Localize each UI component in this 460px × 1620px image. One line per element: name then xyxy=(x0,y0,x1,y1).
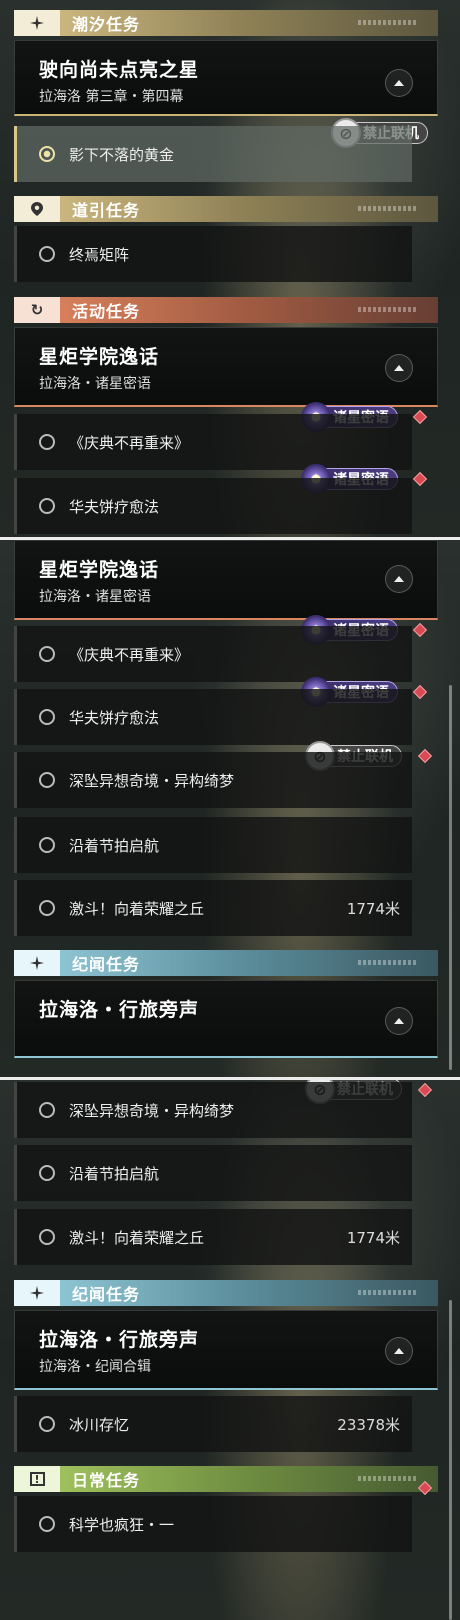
scrollbar[interactable] xyxy=(449,1300,452,1620)
card-title: 星炬学院逸话 xyxy=(39,346,160,368)
quest-status-icon xyxy=(39,1416,55,1432)
quest-row-festival[interactable]: 《庆典不再重来》 xyxy=(14,626,412,682)
quest-status-icon xyxy=(39,900,55,916)
red-diamond-icon xyxy=(412,622,428,638)
section-title: 潮汐任务 xyxy=(72,15,141,34)
sparkle-icon xyxy=(14,10,60,36)
quest-row-glacier[interactable]: 冰川存忆 23378米 xyxy=(14,1396,412,1452)
collapse-button[interactable] xyxy=(385,69,413,97)
quest-card-main[interactable]: 驶向尚未点亮之星 拉海洛 第三章・第四幕 xyxy=(14,40,438,116)
section-header-guide[interactable]: 道引任务 xyxy=(14,196,438,222)
quest-row-waffle[interactable]: 华夫饼疗愈法 xyxy=(14,478,412,534)
quest-name: 华夫饼疗愈法 xyxy=(69,708,160,727)
quest-name: 冰川存忆 xyxy=(69,1415,130,1434)
quest-status-icon xyxy=(39,246,55,262)
quest-card-travel[interactable]: 拉海洛・行旅旁声 拉海洛・纪闻合辑 xyxy=(14,1310,438,1390)
card-title: 拉海洛・行旅旁声 xyxy=(39,1329,200,1351)
quest-status-icon xyxy=(39,646,55,662)
quest-status-icon xyxy=(39,498,55,514)
header-decoration xyxy=(358,20,416,25)
distance-label: 23378米 xyxy=(337,1415,400,1434)
quest-row-dream[interactable]: 深坠异想奇境・异构绮梦 xyxy=(14,752,412,808)
header-decoration xyxy=(358,307,416,312)
quest-row-rhythm[interactable]: 沿着节拍启航 xyxy=(14,1145,412,1201)
quest-name: 沿着节拍启航 xyxy=(69,836,160,855)
card-subtitle: 拉海洛 第三章・第四幕 xyxy=(39,89,184,105)
quest-row-dream[interactable]: 深坠异想奇境・异构绮梦 xyxy=(14,1082,412,1138)
section-title: 道引任务 xyxy=(72,201,141,220)
card-subtitle: 拉海洛・纪闻合辑 xyxy=(39,1359,151,1375)
section-header-chronicle[interactable]: 纪闻任务 xyxy=(14,1280,438,1306)
header-decoration xyxy=(358,1290,416,1295)
section-header-event[interactable]: ↻ 活动任务 xyxy=(14,297,438,323)
quest-card-academy[interactable]: 星炬学院逸话 拉海洛・诸星密语 xyxy=(14,327,438,407)
quest-name: 华夫饼疗愈法 xyxy=(69,497,160,516)
quest-row-festival[interactable]: 《庆典不再重来》 xyxy=(14,414,412,470)
sparkle-icon xyxy=(14,1280,60,1306)
sparkle-icon xyxy=(14,950,60,976)
section-title: 纪闻任务 xyxy=(72,955,141,974)
section-title: 日常任务 xyxy=(72,1471,141,1490)
section-title: 活动任务 xyxy=(72,302,141,321)
collapse-button[interactable] xyxy=(385,565,413,593)
quest-status-icon xyxy=(39,709,55,725)
quest-name: 《庆典不再重来》 xyxy=(69,645,190,664)
red-diamond-icon xyxy=(417,1082,433,1098)
quest-name: 影下不落的黄金 xyxy=(69,145,175,164)
quest-status-icon xyxy=(39,146,55,162)
header-decoration xyxy=(358,960,416,965)
quest-row-gold[interactable]: 影下不落的黄金 xyxy=(14,126,412,182)
quest-status-icon xyxy=(39,1229,55,1245)
card-title: 星炬学院逸话 xyxy=(39,559,160,581)
quest-name: 深坠异想奇境・异构绮梦 xyxy=(69,1101,235,1120)
card-title: 驶向尚未点亮之星 xyxy=(39,59,200,81)
red-diamond-icon xyxy=(412,684,428,700)
quest-name: 《庆典不再重来》 xyxy=(69,433,190,452)
quest-name: 深坠异想奇境・异构绮梦 xyxy=(69,771,235,790)
quest-row-waffle[interactable]: 华夫饼疗愈法 xyxy=(14,689,412,745)
quest-status-icon xyxy=(39,434,55,450)
section-header-chronicle[interactable]: 纪闻任务 xyxy=(14,950,438,976)
quest-panel-bottom[interactable]: ⊘禁止联机 深坠异想奇境・异构绮梦 沿着节拍启航 激斗！向着荣耀之丘 1774米… xyxy=(0,1080,460,1620)
section-header-daily[interactable]: ! 日常任务 xyxy=(14,1466,438,1492)
collapse-button[interactable] xyxy=(385,1007,413,1035)
quest-row-rhythm[interactable]: 沿着节拍启航 xyxy=(14,817,412,873)
quest-name: 激斗！向着荣耀之丘 xyxy=(69,899,205,918)
header-decoration xyxy=(358,1476,416,1481)
quest-name: 沿着节拍启航 xyxy=(69,1164,160,1183)
location-pin-icon xyxy=(14,196,60,222)
red-diamond-icon xyxy=(417,748,433,764)
collapse-button[interactable] xyxy=(385,354,413,382)
card-subtitle: 拉海洛・诸星密语 xyxy=(39,589,151,605)
refresh-icon: ↻ xyxy=(14,297,60,323)
quest-row-fight[interactable]: 激斗！向着荣耀之丘 1774米 xyxy=(14,880,412,936)
collapse-button[interactable] xyxy=(385,1337,413,1365)
quest-panel-top[interactable]: 潮汐任务 驶向尚未点亮之星 拉海洛 第三章・第四幕 ⊘禁止联机 影下不落的黄金 … xyxy=(0,0,460,540)
quest-status-icon xyxy=(39,1165,55,1181)
quest-status-icon xyxy=(39,772,55,788)
section-header-tide[interactable]: 潮汐任务 xyxy=(14,10,438,36)
section-title: 纪闻任务 xyxy=(72,1285,141,1304)
quest-name: 激斗！向着荣耀之丘 xyxy=(69,1228,205,1247)
quest-status-icon xyxy=(39,1102,55,1118)
distance-label: 1774米 xyxy=(346,899,400,918)
quest-panel-middle[interactable]: ↻ 活动任务 星炬学院逸话 拉海洛・诸星密语 ✦诸星密语 《庆典不再重来》 ✦诸… xyxy=(0,540,460,1080)
exclamation-icon: ! xyxy=(14,1466,60,1492)
scrollbar[interactable] xyxy=(449,685,452,1070)
quest-name: 科学也疯狂・一 xyxy=(69,1515,175,1534)
card-subtitle: 拉海洛・诸星密语 xyxy=(39,376,151,392)
quest-card-academy[interactable]: 星炬学院逸话 拉海洛・诸星密语 xyxy=(14,540,438,620)
distance-label: 1774米 xyxy=(346,1228,400,1247)
quest-row-matrix[interactable]: 终焉矩阵 xyxy=(14,226,412,282)
header-decoration xyxy=(358,206,416,211)
quest-row-fight[interactable]: 激斗！向着荣耀之丘 1774米 xyxy=(14,1209,412,1265)
quest-row-science[interactable]: 科学也疯狂・一 xyxy=(14,1496,412,1552)
quest-card-travel[interactable]: 拉海洛・行旅旁声 xyxy=(14,980,438,1058)
red-diamond-icon xyxy=(412,409,428,425)
quest-status-icon xyxy=(39,1516,55,1532)
quest-name: 终焉矩阵 xyxy=(69,245,130,264)
card-title: 拉海洛・行旅旁声 xyxy=(39,999,200,1021)
red-diamond-icon xyxy=(412,471,428,487)
quest-status-icon xyxy=(39,837,55,853)
